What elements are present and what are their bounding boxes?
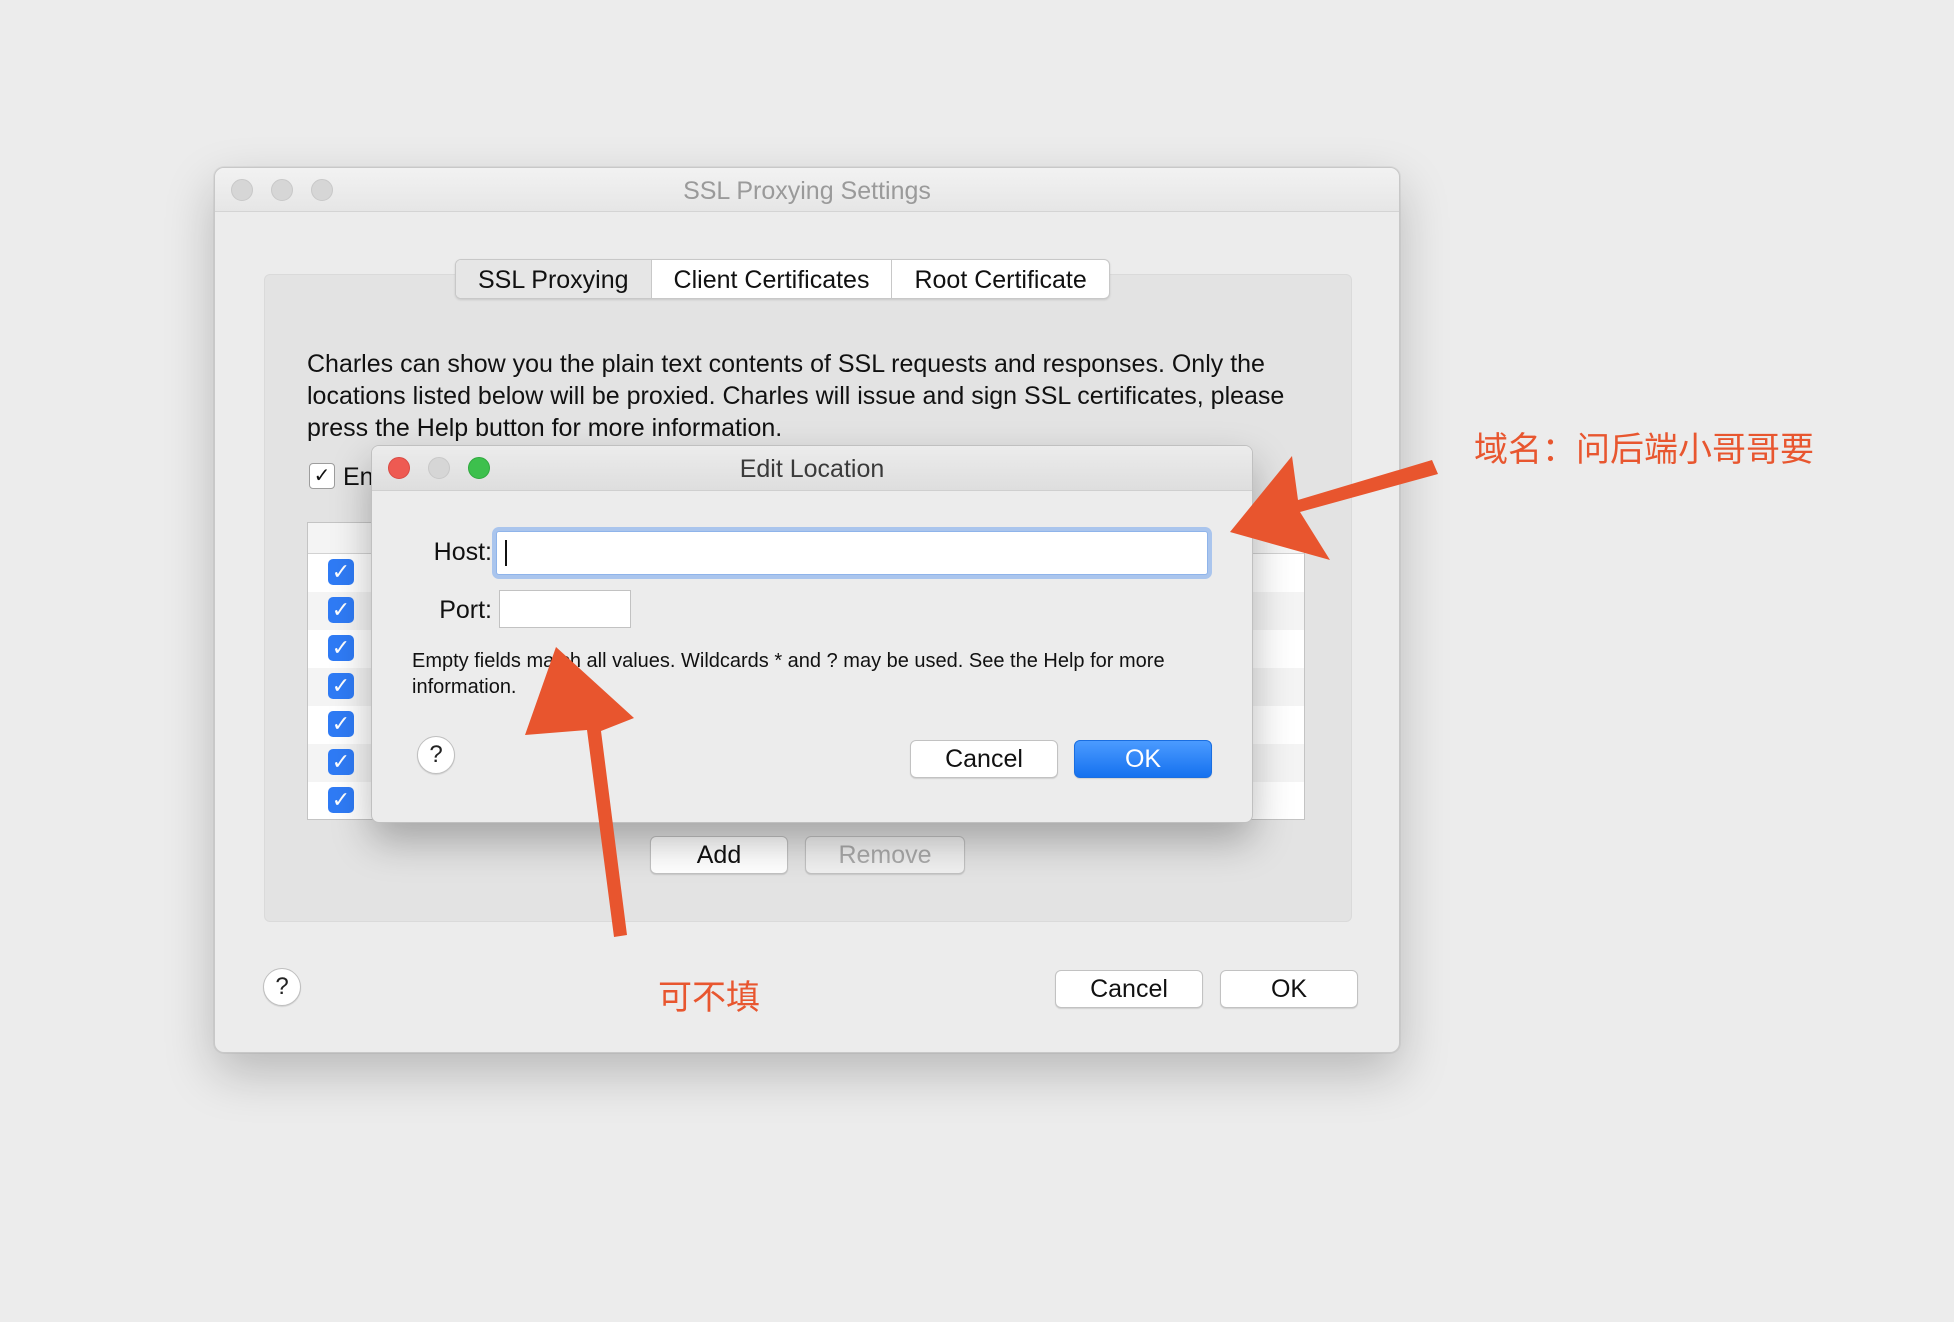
host-arrow: [1230, 456, 1438, 560]
annotation-arrows: [525, 456, 1438, 937]
port-annotation-text: 可不填: [658, 978, 760, 1018]
host-annotation-text: 域名：问后端小哥哥要: [1474, 430, 1814, 470]
port-arrow: [525, 647, 634, 937]
